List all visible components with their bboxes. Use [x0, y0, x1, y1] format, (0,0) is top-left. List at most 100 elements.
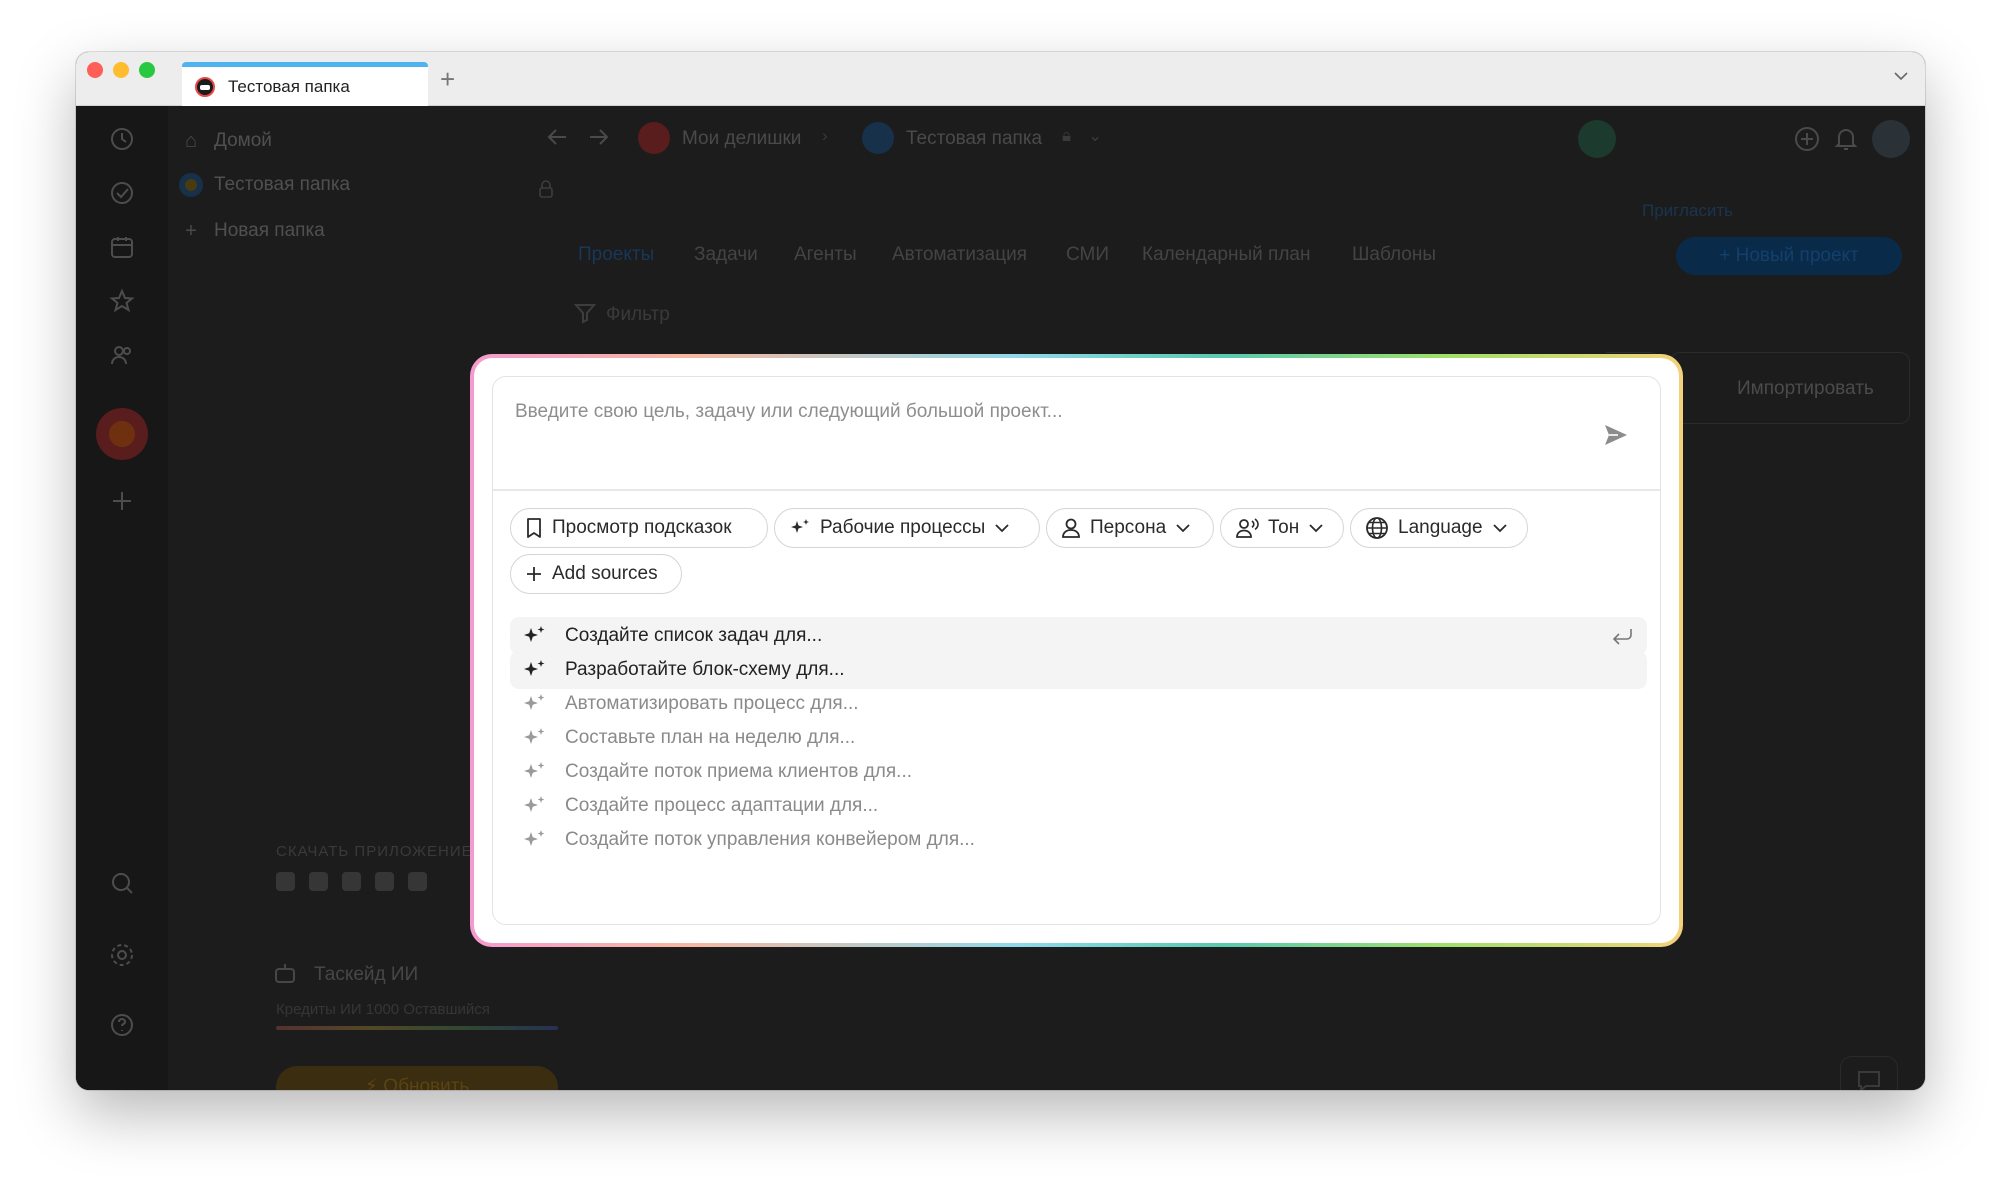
tab-media[interactable]: СМИ	[1066, 244, 1109, 266]
folder-avatar	[862, 122, 894, 154]
language-dropdown[interactable]: Language	[1350, 508, 1528, 548]
workspace-avatar[interactable]	[96, 408, 148, 460]
add-sources-label: Add sources	[552, 563, 658, 584]
suggestion-text: Разработайте блок-схему для...	[565, 659, 845, 680]
bolt-icon: ⚡	[364, 1076, 379, 1090]
upgrade-button[interactable]: ⚡ Обновить	[276, 1066, 558, 1090]
sparkles-icon	[524, 660, 545, 676]
sparkles-icon	[524, 762, 545, 778]
sidebar-item-home[interactable]: Домой	[214, 130, 272, 152]
sidebar-item-test-folder[interactable]: Тестовая папка	[214, 174, 350, 196]
tab-projects[interactable]: Проекты	[578, 244, 654, 266]
help-icon[interactable]	[108, 1012, 136, 1040]
tone-label: Тон	[1268, 517, 1300, 538]
suggestion-item[interactable]: Разработайте блок-схему для...	[510, 651, 1647, 689]
workflows-label: Рабочие процессы	[820, 517, 986, 538]
app-store-icon[interactable]	[375, 872, 394, 891]
sparkles-icon	[524, 830, 545, 846]
divider	[493, 489, 1660, 491]
breadcrumb-space[interactable]: Мои делишки	[682, 128, 801, 150]
suggestion-item[interactable]: Создайте процесс адаптации для...	[510, 787, 1647, 825]
apple-icon[interactable]	[276, 872, 295, 891]
view-hints-button[interactable]: Просмотр подсказок	[510, 508, 768, 548]
upgrade-label: Обновить	[383, 1076, 470, 1090]
tab-templates[interactable]: Шаблоны	[1352, 244, 1436, 266]
lock-icon: 🔒︎	[1062, 126, 1072, 145]
chevron-down-icon[interactable]: ⌄	[1088, 126, 1102, 146]
suggestion-text: Создайте поток приема клиентов для...	[565, 761, 913, 782]
suggestion-text: Составьте план на неделю для...	[565, 727, 856, 748]
browser-titlebar: Тестовая папка +	[76, 52, 1925, 107]
persona-label: Персона	[1090, 517, 1167, 538]
invite-link[interactable]: Пригласить	[1642, 201, 1733, 221]
chrome-icon[interactable]	[309, 872, 328, 891]
new-project-label: Новый проект	[1735, 245, 1859, 266]
sparkles-icon	[524, 728, 545, 744]
profile-avatar[interactable]	[1872, 120, 1910, 158]
tone-dropdown[interactable]: Тон	[1220, 508, 1344, 548]
prompt-input[interactable]: Введите свою цель, задачу или следующий …	[515, 401, 1063, 423]
ai-title: Таскейд ИИ	[314, 964, 419, 985]
add-circle-icon[interactable]	[1794, 126, 1820, 157]
user-avatar[interactable]	[1578, 120, 1616, 158]
chevron-down-icon[interactable]	[1893, 66, 1909, 86]
import-label: Импортировать	[1737, 378, 1874, 399]
forward-arrow-icon[interactable]	[586, 126, 610, 153]
close-window-button[interactable]	[87, 62, 103, 78]
import-button[interactable]: Импортировать	[1670, 352, 1910, 424]
plus-icon[interactable]	[108, 488, 136, 516]
download-app-label: СКАЧАТЬ ПРИЛОЖЕНИЕ	[276, 843, 473, 860]
suggestion-item[interactable]: Составьте план на неделю для...	[510, 719, 1647, 757]
sparkles-icon	[524, 796, 545, 812]
tab-tasks[interactable]: Задачи	[694, 244, 758, 266]
back-arrow-icon[interactable]	[546, 126, 570, 153]
chevron-down-icon	[1176, 524, 1190, 533]
suggestion-item[interactable]: Создайте поток управления конвейером для…	[510, 821, 1647, 859]
bell-icon[interactable]	[1834, 126, 1858, 157]
clock-icon[interactable]	[108, 126, 136, 154]
suggestion-item[interactable]: Создайте список задач для...	[510, 617, 1647, 655]
sparkles-icon	[524, 626, 545, 642]
tab-agents[interactable]: Агенты	[794, 244, 857, 266]
new-project-button[interactable]: + Новый проект	[1676, 237, 1902, 275]
minimize-window-button[interactable]	[113, 62, 129, 78]
nav-rail	[76, 106, 168, 1090]
download-platform-icons	[276, 872, 427, 891]
new-tab-button[interactable]: +	[440, 66, 455, 92]
search-icon[interactable]	[108, 870, 136, 898]
tab-title: Тестовая папка	[228, 77, 350, 96]
sidebar-item-new-folder[interactable]: Новая папка	[214, 220, 325, 242]
ai-credits-text: Кредиты ИИ 1000 Оставшийся	[276, 1001, 490, 1018]
modal-body: Введите свою цель, задачу или следующий …	[474, 358, 1679, 943]
persona-dropdown[interactable]: Персона	[1046, 508, 1214, 548]
windows-icon[interactable]	[342, 872, 361, 891]
check-circle-icon[interactable]	[108, 180, 136, 208]
tab-automation[interactable]: Автоматизация	[892, 244, 1027, 266]
sparkles-icon	[791, 519, 809, 533]
workflows-dropdown[interactable]: Рабочие процессы	[774, 508, 1040, 548]
breadcrumb-folder[interactable]: Тестовая папка	[906, 128, 1042, 150]
gear-icon[interactable]	[108, 942, 136, 970]
suggestion-text: Создайте поток управления конвейером для…	[565, 829, 975, 850]
maximize-window-button[interactable]	[139, 62, 155, 78]
chat-support-icon[interactable]	[1840, 1056, 1898, 1090]
robot-icon	[272, 961, 298, 987]
users-icon[interactable]	[108, 342, 136, 370]
speaking-person-icon	[1236, 518, 1259, 538]
suggestion-text: Создайте процесс адаптации для...	[565, 795, 879, 816]
filter-label[interactable]: Фильтр	[606, 304, 670, 326]
android-icon[interactable]	[408, 872, 427, 891]
browser-tab[interactable]: Тестовая папка	[182, 62, 428, 107]
add-sources-button[interactable]: Add sources	[510, 554, 682, 594]
send-icon[interactable]	[1602, 421, 1630, 449]
space-avatar	[638, 122, 670, 154]
star-icon[interactable]	[108, 288, 136, 316]
calendar-icon[interactable]	[108, 234, 136, 262]
ai-prompt-modal: Введите свою цель, задачу или следующий …	[470, 354, 1683, 947]
filter-icon[interactable]	[573, 302, 597, 329]
suggestion-text: Создайте список задач для...	[565, 625, 823, 646]
suggestion-item[interactable]: Автоматизировать процесс для...	[510, 685, 1647, 723]
suggestion-item[interactable]: Создайте поток приема клиентов для...	[510, 753, 1647, 791]
tab-calendar-plan[interactable]: Календарный план	[1142, 244, 1310, 266]
chevron-down-icon	[1309, 524, 1323, 533]
